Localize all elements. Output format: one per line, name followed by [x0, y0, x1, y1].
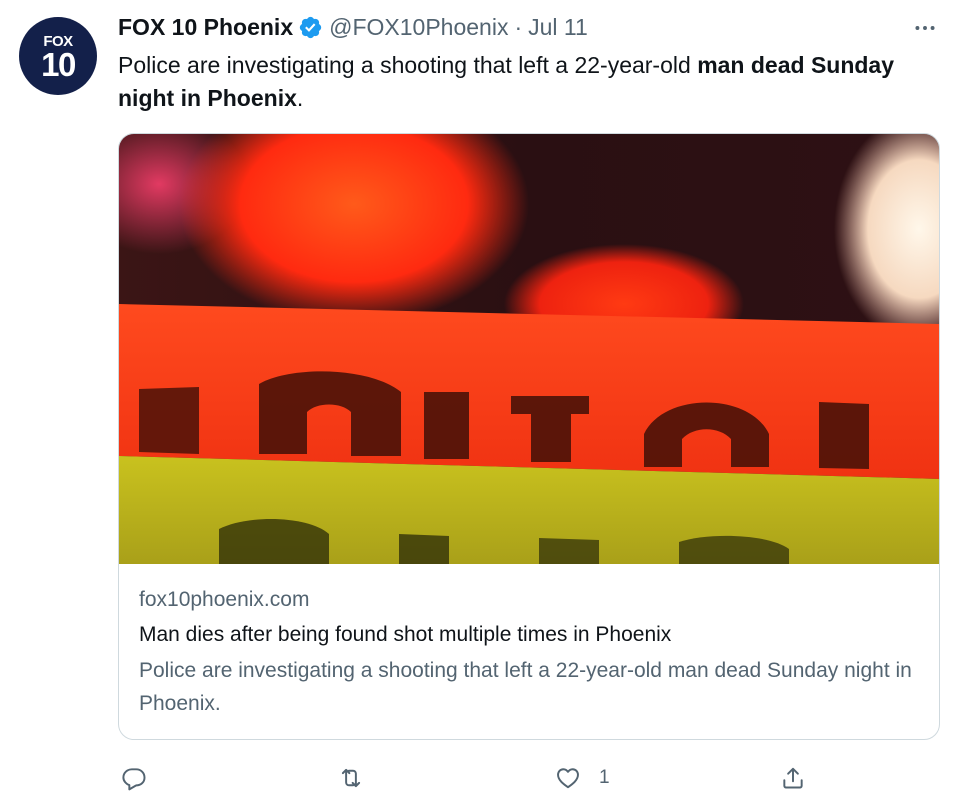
retweet-button[interactable]: [338, 762, 382, 794]
card-description: Police are investigating a shooting that…: [139, 659, 912, 715]
tweet-date[interactable]: Jul 11: [528, 14, 588, 41]
link-card[interactable]: fox10phoenix.com Man dies after being fo…: [118, 133, 940, 740]
like-button[interactable]: 1: [555, 762, 610, 794]
card-domain: fox10phoenix.com: [139, 588, 310, 611]
avatar-logo-text-bottom: 10: [41, 46, 76, 83]
header-separator: ·: [514, 13, 523, 40]
more-icon[interactable]: [910, 14, 940, 42]
tweet-header: FOX 10 Phoenix @FOX10Phoenix · Jul 11: [118, 11, 588, 43]
avatar[interactable]: FOX 10: [19, 17, 97, 95]
card-title: Man dies after being found shot multiple…: [139, 623, 672, 646]
card-body: fox10phoenix.com Man dies after being fo…: [139, 586, 919, 720]
tweet-text: Police are investigating a shooting that…: [118, 49, 948, 115]
verified-badge-icon: [298, 15, 323, 40]
share-button[interactable]: [780, 762, 806, 794]
author-name[interactable]: FOX 10 Phoenix: [118, 14, 293, 41]
tweet-text-plain: Police are investigating a shooting that…: [118, 52, 698, 78]
author-handle[interactable]: @FOX10Phoenix: [329, 14, 508, 41]
like-count: 1: [599, 767, 610, 788]
tweet-text-end: .: [296, 85, 304, 111]
card-image[interactable]: [119, 134, 940, 564]
share-icon: [783, 767, 803, 789]
reply-button[interactable]: [121, 762, 165, 794]
reply-icon: [122, 768, 146, 791]
like-icon: [557, 768, 579, 789]
retweet-icon: [341, 768, 361, 788]
tweet-actions: 1: [0, 762, 960, 794]
